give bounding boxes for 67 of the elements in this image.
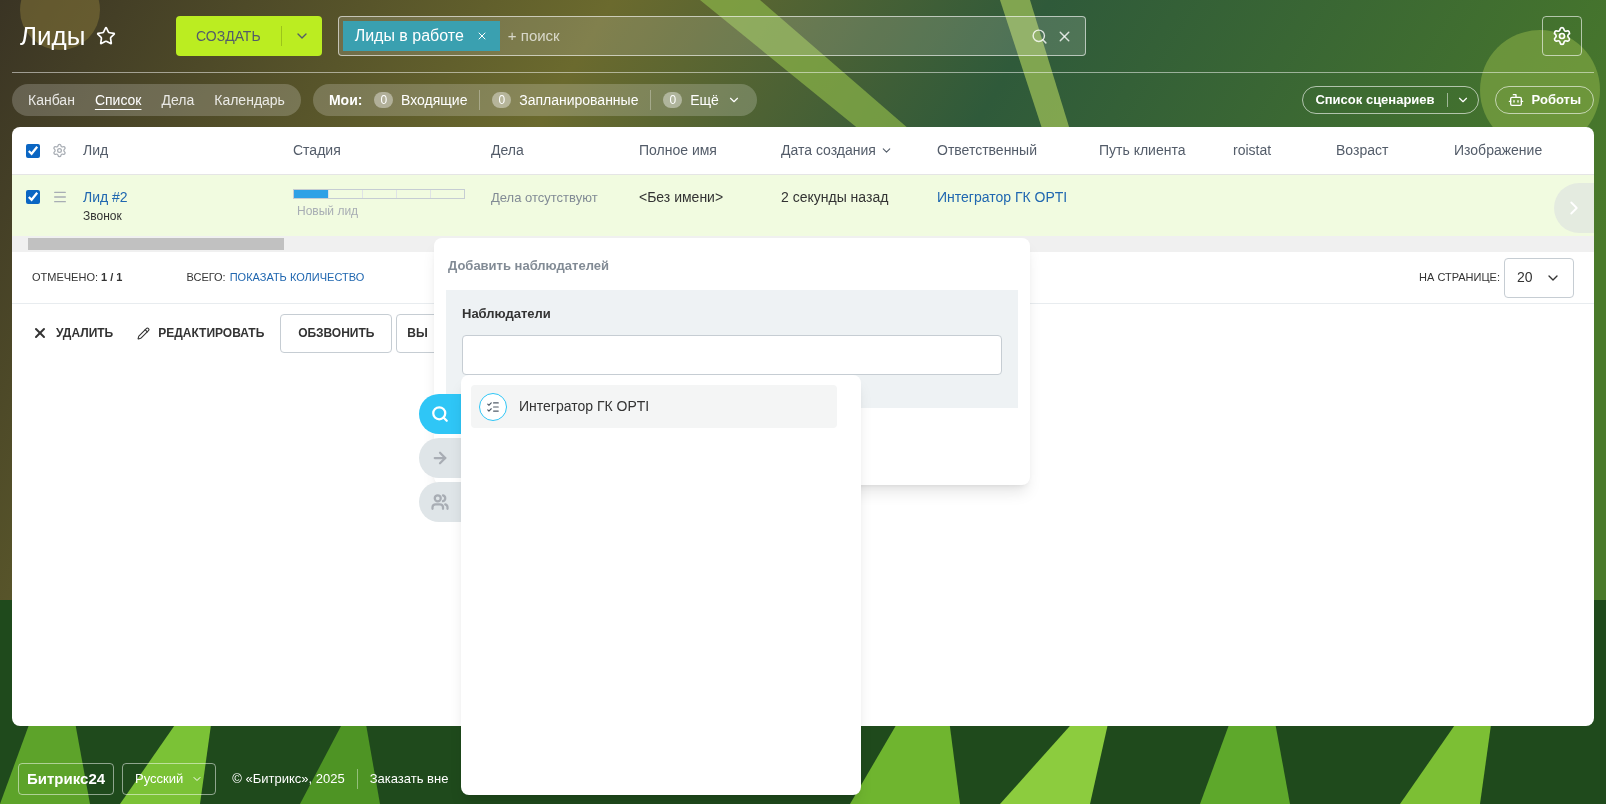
per-page-label: НА СТРАНИЦЕ: bbox=[1419, 270, 1500, 286]
view-tab[interactable]: Список bbox=[86, 90, 150, 110]
page-title: Лиды bbox=[20, 19, 87, 53]
suggestion-name: Интегратор ГК OPTI bbox=[519, 397, 650, 416]
search-input[interactable]: + поиск bbox=[507, 24, 1023, 48]
order-link[interactable]: Заказать вне bbox=[369, 769, 449, 789]
counter-item[interactable]: 0 Ещё bbox=[650, 90, 741, 110]
star-icon[interactable] bbox=[96, 26, 116, 46]
responsible-link[interactable]: Интегратор ГК OPTI bbox=[937, 189, 1068, 205]
counter-label: Входящие bbox=[401, 91, 468, 110]
stage-label: Новый лид bbox=[297, 203, 360, 219]
search-icon[interactable] bbox=[1030, 27, 1048, 45]
counter-item[interactable]: 0 Запланированные bbox=[479, 90, 639, 110]
counter-label: Запланированные bbox=[519, 91, 639, 110]
close-icon bbox=[32, 325, 48, 341]
avatar-icon bbox=[479, 392, 507, 421]
counter-badge: 0 bbox=[663, 92, 683, 108]
people-icon bbox=[431, 493, 449, 511]
scroll-right-button[interactable] bbox=[1554, 183, 1594, 233]
view-tab[interactable]: Канбан bbox=[20, 90, 83, 110]
action-button[interactable]: УДАЛИТЬ bbox=[32, 324, 114, 342]
activities-text: Дела отсутствуют bbox=[491, 190, 598, 205]
table-cell: <Без имени> bbox=[639, 189, 724, 205]
view-tab[interactable]: Календарь bbox=[206, 90, 293, 110]
per-page-select[interactable]: 20 bbox=[1504, 257, 1574, 298]
column-header[interactable]: Путь клиента bbox=[1099, 140, 1186, 161]
popup-title: Добавить наблюдателей bbox=[448, 257, 610, 275]
table-row[interactable]: Лид #2 Звонок Новый лид Дела отсутствуют <Без имени> 2 секунды назад Интегратор ГК OPTI bbox=[12, 174, 1594, 236]
settings-button[interactable] bbox=[1542, 16, 1582, 56]
field-label: Наблюдатели bbox=[462, 304, 552, 323]
view-tab[interactable]: Дела bbox=[153, 90, 203, 110]
column-header[interactable]: Полное имя bbox=[639, 140, 717, 161]
copyright-text: © «Битрикс», 2025 bbox=[232, 769, 358, 789]
column-header[interactable]: Возраст bbox=[1336, 140, 1389, 161]
counter-badge: 0 bbox=[374, 92, 394, 108]
stage-progress[interactable] bbox=[293, 189, 465, 199]
counter-label: Ещё bbox=[690, 91, 719, 110]
select-all-checkbox[interactable] bbox=[26, 143, 40, 158]
search-icon bbox=[431, 405, 449, 423]
column-header[interactable]: roistat bbox=[1233, 140, 1272, 161]
checked-count: ОТМЕЧЕНО: 1 / 1 bbox=[32, 270, 123, 286]
lead-link[interactable]: Лид #2 bbox=[83, 187, 285, 208]
column-header[interactable]: Лид bbox=[83, 140, 109, 161]
table-cell: 2 секунды назад bbox=[781, 189, 889, 205]
counter-item[interactable]: 0 Входящие bbox=[374, 90, 468, 110]
column-header[interactable]: Дела bbox=[491, 140, 524, 161]
show-count-link[interactable]: ПОКАЗАТЬ КОЛИЧЕСТВО bbox=[229, 269, 365, 286]
lead-source: Звонок bbox=[83, 208, 123, 224]
row-checkbox[interactable] bbox=[26, 190, 40, 204]
column-header[interactable]: Дата создания bbox=[781, 140, 893, 161]
counter-badge: 0 bbox=[492, 92, 512, 108]
settings-icon[interactable] bbox=[52, 143, 67, 158]
total-label: ВСЕГО: bbox=[186, 270, 226, 286]
counters-label: Мои: bbox=[328, 91, 363, 110]
create-button[interactable]: СОЗДАТЬ bbox=[176, 16, 322, 56]
robot-icon bbox=[1507, 92, 1524, 108]
action-button[interactable]: РЕДАКТИРОВАТЬ bbox=[137, 324, 265, 342]
column-header[interactable]: Стадия bbox=[293, 140, 341, 161]
observers-input[interactable] bbox=[462, 335, 1002, 375]
action-button[interactable]: ОБЗВОНИТЬ bbox=[280, 313, 393, 353]
column-header[interactable]: Ответственный bbox=[937, 140, 1037, 161]
arrow-icon bbox=[431, 449, 449, 467]
drag-handle-icon[interactable] bbox=[52, 189, 68, 205]
settings-icon bbox=[1552, 26, 1572, 46]
suggestion-item[interactable]: Интегратор ГК OPTI bbox=[471, 385, 837, 428]
column-header[interactable]: Изображение bbox=[1454, 140, 1543, 161]
pencil-icon bbox=[137, 326, 151, 340]
